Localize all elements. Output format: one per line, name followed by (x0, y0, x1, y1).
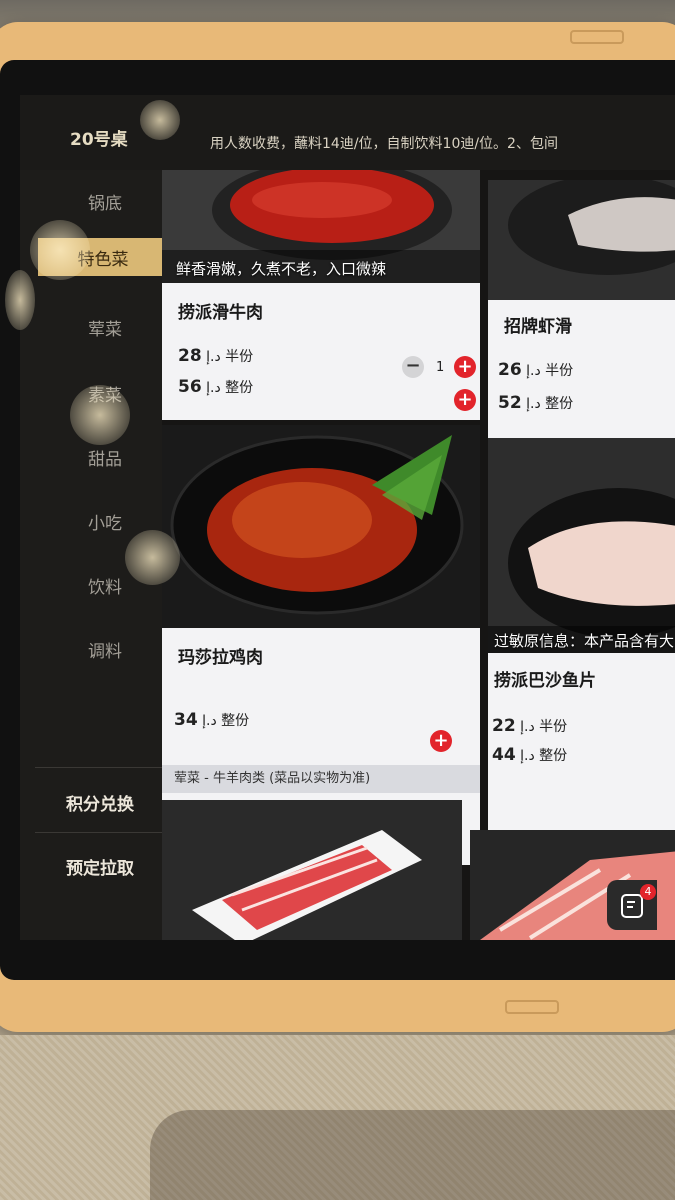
full-portion-price: 56 د.إ 整份 (178, 377, 253, 397)
full-portion-price: 52 د.إ 整份 (498, 393, 573, 413)
half-portion-price: 28 د.إ 半份 (178, 346, 253, 366)
dish-caption: 鲜香滑嫩，久煮不老，入口微辣 (176, 260, 387, 278)
sidebar-divider (35, 832, 170, 833)
sidebar-item-drinks[interactable]: 饮料 (40, 566, 170, 604)
dish-card[interactable]: 玛莎拉鸡肉 34 د.إ 整份 + 荤菜 - 牛羊肉类 (菜品以实物为准) (162, 425, 480, 865)
shadow (150, 1110, 675, 1200)
price-value: 44 (492, 745, 516, 765)
price-value: 26 (498, 360, 522, 380)
half-portion-price: 22 د.إ 半份 (492, 716, 567, 736)
dish-image-fish: 过敏原信息：本产品含有大 (488, 438, 675, 653)
sidebar-item-specialties[interactable]: 特色菜 (38, 238, 168, 276)
dish-card[interactable]: 鲜香滑嫩，久煮不老，入口微辣 捞派滑牛肉 28 د.إ 半份 56 د.إ 整份… (162, 170, 480, 420)
frame-notch (570, 30, 624, 44)
dish-card[interactable]: 过敏原信息：本产品含有大 捞派巴沙鱼片 22 د.إ 半份 44 د.إ 整份 (488, 438, 675, 868)
dish-grid: 鲜香滑嫩，久煮不老，入口微辣 捞派滑牛肉 28 د.إ 半份 56 د.إ 整份… (162, 170, 675, 940)
masala-chicken-photo (162, 425, 480, 628)
shrimp-paste-photo (488, 180, 675, 300)
price-unit: د.إ 半份 (526, 363, 574, 379)
price-unit: د.إ 整份 (520, 748, 568, 764)
quantity-value: 1 (436, 360, 445, 375)
sidebar-item-desserts[interactable]: 甜品 (40, 438, 170, 476)
frame-notch (505, 1000, 559, 1014)
basa-fish-photo (488, 438, 675, 653)
order-list-icon (621, 894, 643, 918)
sidebar-item-snacks[interactable]: 小吃 (40, 502, 170, 540)
dish-image-shrimp (488, 180, 675, 300)
dish-name: 捞派滑牛肉 (178, 303, 263, 323)
price-unit: د.إ 整份 (202, 713, 250, 729)
cart-count-badge: 4 (640, 884, 656, 900)
sidebar-item-vegetables[interactable]: 素菜 (40, 374, 170, 412)
dish-image-beef: 鲜香滑嫩，久煮不老，入口微辣 (162, 170, 480, 283)
dish-card[interactable]: 招牌虾滑 26 د.إ 半份 52 د.إ 整份 (488, 180, 675, 440)
table-number: 20号桌 (70, 130, 128, 150)
half-portion-price: 26 د.إ 半份 (498, 360, 573, 380)
category-sidebar: 锅底 特色菜 荤菜 素菜 甜品 小吃 饮料 调料 积分兑换 预定拉取 (20, 170, 170, 940)
top-bar: 20号桌 用人数收费，蘸料14迪/位，自制饮料10迪/位。2、包间 (20, 95, 675, 170)
ordering-screen: 20号桌 用人数收费，蘸料14迪/位，自制饮料10迪/位。2、包间 锅底 特色菜… (20, 95, 675, 940)
dish-image-chicken (162, 425, 480, 628)
price-unit: د.إ 半份 (520, 719, 568, 735)
notice-marquee: 用人数收费，蘸料14迪/位，自制饮料10迪/位。2、包间 (210, 136, 558, 152)
sidebar-item-sauces[interactable]: 调料 (40, 630, 170, 668)
full-portion-price: 34 د.إ 整份 (174, 710, 249, 730)
sidebar-divider (35, 767, 170, 768)
price-value: 28 (178, 346, 202, 366)
dish-name: 捞派巴沙鱼片 (494, 671, 596, 691)
price-value: 34 (174, 710, 198, 730)
price-unit: د.إ 整份 (206, 380, 254, 396)
sidebar-item-hotpot-base[interactable]: 锅底 (40, 182, 170, 220)
dish-caption: 过敏原信息：本产品含有大 (494, 632, 675, 650)
dish-card-partial[interactable] (162, 800, 462, 940)
price-value: 52 (498, 393, 522, 413)
lamb-roll-photo (162, 800, 462, 940)
order-list-icon-line (627, 901, 635, 903)
points-exchange-button[interactable]: 积分兑换 (30, 790, 170, 815)
order-list-icon-line (627, 906, 633, 908)
price-value: 22 (492, 716, 516, 736)
add-half-portion-button[interactable]: + (454, 356, 476, 378)
dish-name: 玛莎拉鸡肉 (178, 648, 263, 668)
full-portion-price: 44 د.إ 整份 (492, 745, 567, 765)
dish-name: 招牌虾滑 (504, 317, 572, 337)
cart-button[interactable]: 4 (607, 880, 657, 930)
price-value: 56 (178, 377, 202, 397)
category-label: 荤菜 - 牛羊肉类 (菜品以实物为准) (162, 765, 480, 793)
price-unit: د.إ 整份 (526, 396, 574, 412)
add-full-portion-button[interactable]: + (454, 389, 476, 411)
decrease-quantity-button[interactable]: − (402, 356, 424, 378)
sidebar-item-meat[interactable]: 荤菜 (40, 308, 170, 346)
add-full-portion-button[interactable]: + (430, 730, 452, 752)
price-unit: د.إ 半份 (206, 349, 254, 365)
reserve-pickup-button[interactable]: 预定拉取 (30, 854, 170, 879)
